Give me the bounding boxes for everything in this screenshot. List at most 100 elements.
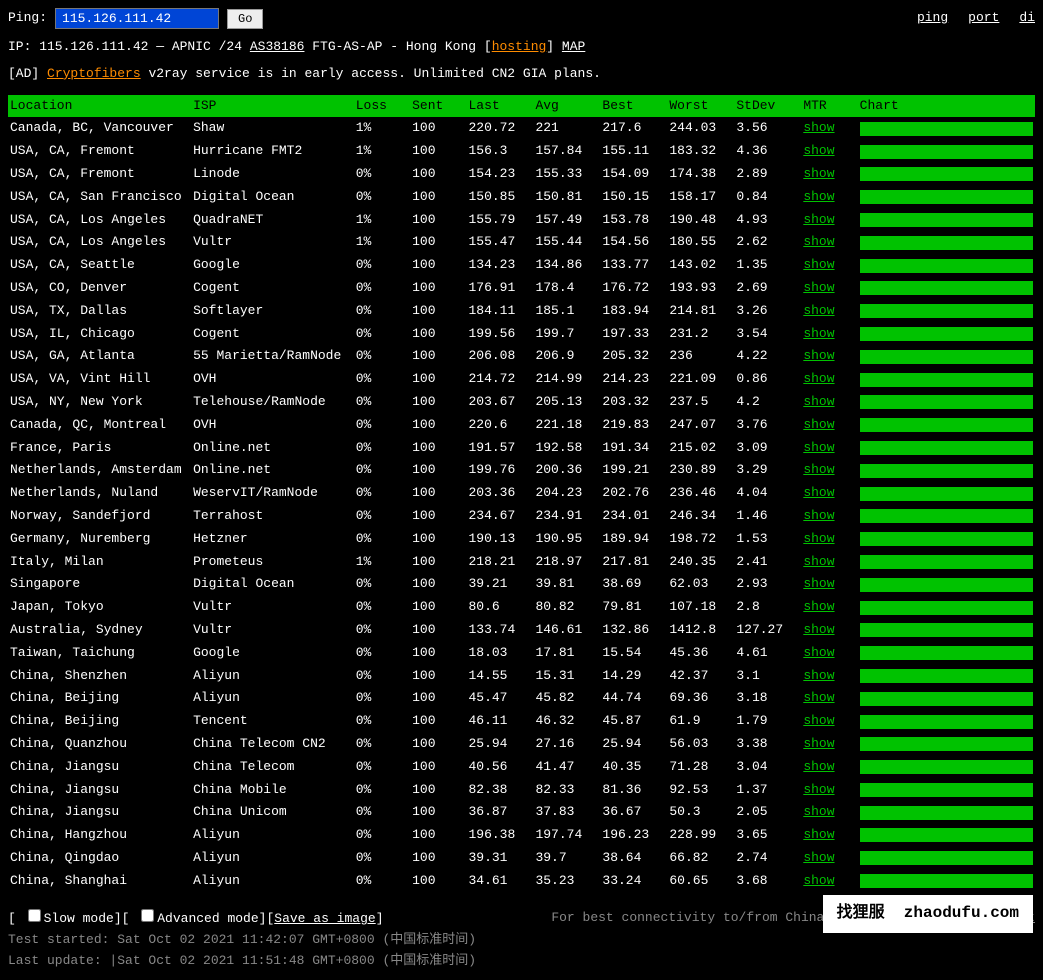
cell-worst: 228.99 — [667, 824, 734, 847]
ad-name-link[interactable]: Cryptofibers — [47, 66, 141, 81]
mtr-show-link[interactable]: show — [803, 280, 834, 295]
mtr-show-link[interactable]: show — [803, 143, 834, 158]
mtr-show-link[interactable]: show — [803, 417, 834, 432]
cell-best: 15.54 — [600, 642, 667, 665]
cell-isp: Google — [191, 642, 354, 665]
mtr-show-link[interactable]: show — [803, 371, 834, 386]
chart-bar — [860, 783, 1033, 797]
nav-di[interactable]: di — [1019, 8, 1035, 29]
cell-best: 205.32 — [600, 345, 667, 368]
mtr-show-link[interactable]: show — [803, 713, 834, 728]
nav-ping[interactable]: ping — [917, 8, 948, 29]
mtr-show-link[interactable]: show — [803, 326, 834, 341]
chart-bar — [860, 509, 1033, 523]
mtr-show-link[interactable]: show — [803, 348, 834, 363]
table-row: China, BeijingAliyun0%10045.4745.8244.74… — [8, 687, 1035, 710]
nav-port[interactable]: port — [968, 8, 999, 29]
cell-loc: USA, GA, Atlanta — [8, 345, 191, 368]
cell-loss: 0% — [354, 665, 410, 688]
mtr-show-link[interactable]: show — [803, 645, 834, 660]
cell-isp: Aliyun — [191, 665, 354, 688]
save-as-image-link[interactable]: Save as image — [274, 911, 375, 926]
mtr-show-link[interactable]: show — [803, 394, 834, 409]
cell-loss: 0% — [354, 163, 410, 186]
mtr-show-link[interactable]: show — [803, 166, 834, 181]
mtr-show-link[interactable]: show — [803, 212, 834, 227]
cell-loss: 0% — [354, 186, 410, 209]
mtr-show-link[interactable]: show — [803, 690, 834, 705]
cell-loc: USA, CA, Los Angeles — [8, 209, 191, 232]
mtr-show-link[interactable]: show — [803, 120, 834, 135]
cell-worst: 240.35 — [667, 551, 734, 574]
mtr-show-link[interactable]: show — [803, 440, 834, 455]
table-row: Netherlands, AmsterdamOnline.net0%100199… — [8, 459, 1035, 482]
cell-last: 199.56 — [466, 323, 533, 346]
cell-worst: 244.03 — [667, 117, 734, 140]
mtr-show-link[interactable]: show — [803, 850, 834, 865]
cell-loss: 0% — [354, 528, 410, 551]
cell-stdev: 3.18 — [734, 687, 801, 710]
cell-last: 220.6 — [466, 414, 533, 437]
mtr-show-link[interactable]: show — [803, 189, 834, 204]
cell-loc: USA, NY, New York — [8, 391, 191, 414]
asn-link[interactable]: AS38186 — [250, 39, 305, 54]
mtr-show-link[interactable]: show — [803, 462, 834, 477]
ping-form: Ping: Go — [8, 8, 263, 29]
mtr-show-link[interactable]: show — [803, 827, 834, 842]
table-row: USA, TX, DallasSoftlayer0%100184.11185.1… — [8, 300, 1035, 323]
mtr-show-link[interactable]: show — [803, 234, 834, 249]
go-button[interactable]: Go — [227, 9, 263, 29]
cell-loss: 1% — [354, 551, 410, 574]
cell-stdev: 4.61 — [734, 642, 801, 665]
cell-worst: 42.37 — [667, 665, 734, 688]
mtr-show-link[interactable]: show — [803, 257, 834, 272]
cell-best: 219.83 — [600, 414, 667, 437]
mtr-show-link[interactable]: show — [803, 782, 834, 797]
mtr-show-link[interactable]: show — [803, 599, 834, 614]
mtr-show-link[interactable]: show — [803, 668, 834, 683]
cell-sent: 100 — [410, 551, 466, 574]
cell-loss: 0% — [354, 505, 410, 528]
cell-sent: 100 — [410, 231, 466, 254]
table-row: China, QingdaoAliyun0%10039.3139.738.646… — [8, 847, 1035, 870]
chart-bar — [860, 418, 1033, 432]
cell-best: 199.21 — [600, 459, 667, 482]
cell-isp: Terrahost — [191, 505, 354, 528]
cell-worst: 193.93 — [667, 277, 734, 300]
chart-bar — [860, 578, 1033, 592]
mtr-show-link[interactable]: show — [803, 759, 834, 774]
cell-worst: 62.03 — [667, 573, 734, 596]
mtr-show-link[interactable]: show — [803, 531, 834, 546]
cell-avg: 35.23 — [533, 870, 600, 893]
cell-avg: 199.7 — [533, 323, 600, 346]
cell-isp: Aliyun — [191, 847, 354, 870]
cell-worst: 66.82 — [667, 847, 734, 870]
cell-best: 45.87 — [600, 710, 667, 733]
cell-isp: 55 Marietta/RamNode — [191, 345, 354, 368]
map-link[interactable]: MAP — [562, 39, 585, 54]
table-row: China, JiangsuChina Telecom0%10040.5641.… — [8, 756, 1035, 779]
advanced-mode-checkbox[interactable] — [141, 909, 154, 922]
cell-sent: 100 — [410, 665, 466, 688]
mtr-show-link[interactable]: show — [803, 554, 834, 569]
mtr-show-link[interactable]: show — [803, 485, 834, 500]
cell-avg: 157.84 — [533, 140, 600, 163]
cell-loc: USA, IL, Chicago — [8, 323, 191, 346]
mtr-show-link[interactable]: show — [803, 576, 834, 591]
mtr-show-link[interactable]: show — [803, 873, 834, 888]
hosting-link[interactable]: hosting — [492, 39, 547, 54]
cell-avg: 80.82 — [533, 596, 600, 619]
mtr-show-link[interactable]: show — [803, 736, 834, 751]
mtr-show-link[interactable]: show — [803, 804, 834, 819]
ping-input[interactable] — [55, 8, 219, 29]
cell-loss: 0% — [354, 254, 410, 277]
cell-worst: 236 — [667, 345, 734, 368]
mtr-show-link[interactable]: show — [803, 303, 834, 318]
mtr-show-link[interactable]: show — [803, 622, 834, 637]
mtr-show-link[interactable]: show — [803, 508, 834, 523]
cell-loss: 0% — [354, 391, 410, 414]
cell-last: 220.72 — [466, 117, 533, 140]
col-avg: Avg — [533, 95, 600, 118]
slow-mode-checkbox[interactable] — [28, 909, 41, 922]
cell-last: 190.13 — [466, 528, 533, 551]
